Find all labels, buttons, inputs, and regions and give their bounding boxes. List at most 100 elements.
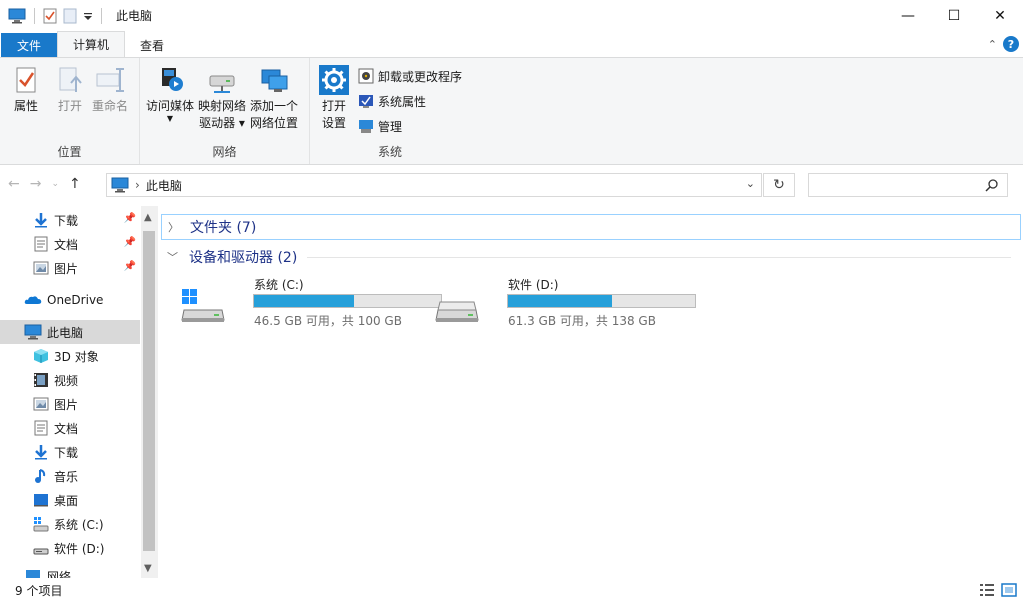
sidebar-item-label: 下载 <box>54 213 79 228</box>
sidebar-item-3d-objects[interactable]: 3D 对象 <box>0 344 140 368</box>
toolbar-separator <box>34 7 35 24</box>
3d-objects-icon <box>34 349 48 363</box>
refresh-icon: ↻ <box>773 177 785 193</box>
sidebar-item-onedrive[interactable]: OneDrive <box>0 288 140 312</box>
folders-section-header[interactable]: 〉 文件夹 (7) <box>161 214 1021 240</box>
this-pc-icon <box>111 177 129 193</box>
devices-section-header[interactable]: ﹀ 设备和驱动器 (2) <box>161 244 1021 270</box>
map-drive-label-line1: 映射网络 <box>198 99 247 113</box>
access-media-button[interactable]: 访问媒体 ▼ <box>146 64 194 123</box>
scrollbar-thumb[interactable] <box>143 231 155 551</box>
location-group-label: 位置 <box>57 145 82 159</box>
pin-icon[interactable]: 📌 <box>124 237 136 248</box>
customize-dropdown-icon[interactable] <box>83 10 93 22</box>
uninstall-program-button[interactable]: 卸载或更改程序 <box>358 65 462 87</box>
collapse-ribbon-icon[interactable]: ⌃ <box>988 38 997 51</box>
sidebar-scrollbar[interactable]: ▲ ▼ <box>141 206 158 578</box>
chevron-down-icon: ﹀ <box>167 251 178 264</box>
up-arrow-icon[interactable]: ↑ <box>69 176 81 192</box>
properties-check-icon[interactable] <box>43 8 57 24</box>
devices-header-label: 设备和驱动器 (2) <box>189 250 298 266</box>
maximize-button[interactable]: ☐ <box>931 0 977 31</box>
system-properties-button[interactable]: 系统属性 <box>358 90 426 112</box>
add-network-location-icon <box>261 69 288 92</box>
ribbon-tabs: 文件 计算机 查看 ⌃ ? <box>0 31 1023 57</box>
sidebar-item-downloads[interactable]: 下载 <box>0 440 140 464</box>
ribbon-panel: 属性 打开 重命名 位置 访问媒体 ▼ 映射网络 驱动器 ▾ 添加一个 网络位置… <box>0 57 1023 165</box>
address-bar[interactable]: › 此电脑 ⌄ <box>106 173 762 197</box>
windows-drive-icon <box>181 289 225 322</box>
desktop-icon <box>34 494 48 507</box>
search-box[interactable] <box>808 173 1008 197</box>
section-divider <box>307 256 1011 258</box>
recent-locations-icon[interactable]: ⌄ <box>51 179 59 189</box>
rename-button[interactable]: 重命名 <box>92 64 128 115</box>
details-view-icon[interactable] <box>979 583 995 597</box>
sidebar-item-this-pc[interactable]: 此电脑 <box>0 320 140 344</box>
sidebar-item-documents-quick[interactable]: 文档 📌 <box>0 232 140 256</box>
sidebar-item-videos[interactable]: 视频 <box>0 368 140 392</box>
quick-access-toolbar <box>8 7 93 24</box>
sidebar-item-label: 系统 (C:) <box>54 517 104 532</box>
open-settings-button[interactable]: 打开 设置 <box>318 64 350 132</box>
drive-d-icon <box>33 548 49 555</box>
properties-button[interactable]: 属性 <box>10 64 42 115</box>
uninstall-icon <box>358 68 374 84</box>
drive-tile-c[interactable]: 系统 (C:) 46.5 GB 可用，共 100 GB <box>180 276 442 328</box>
close-button[interactable]: ✕ <box>977 0 1023 31</box>
sidebar-item-network[interactable]: 网络 <box>0 568 140 578</box>
sidebar-item-pictures[interactable]: 图片 <box>0 392 140 416</box>
sidebar-item-label: 视频 <box>54 373 79 388</box>
breadcrumb-chevron-icon[interactable]: › <box>135 178 140 192</box>
drive-c-name: 系统 (C:) <box>254 278 304 292</box>
sidebar-item-drive-d[interactable]: 软件 (D:) <box>0 536 140 560</box>
item-count: 9 个项目 <box>15 584 63 598</box>
access-media-dropdown-icon: ▼ <box>166 114 174 123</box>
forward-arrow-icon[interactable]: → <box>30 176 42 192</box>
scroll-down-arrow-icon[interactable]: ▼ <box>144 563 152 574</box>
scroll-up-arrow-icon[interactable]: ▲ <box>144 212 152 223</box>
system-properties-icon <box>359 95 373 108</box>
ribbon-group-network: 访问媒体 ▼ 映射网络 驱动器 ▾ 添加一个 网络位置 网络 <box>140 58 310 164</box>
tab-file[interactable]: 文件 <box>1 33 58 57</box>
sidebar-item-label: 此电脑 <box>47 325 84 340</box>
access-media-label: 访问媒体 <box>146 99 195 113</box>
minimize-button[interactable]: — <box>885 0 931 31</box>
breadcrumb-this-pc[interactable]: 此电脑 <box>146 177 182 194</box>
window-title: 此电脑 <box>116 9 153 23</box>
sidebar-item-downloads-quick[interactable]: 下载 📌 <box>0 208 140 232</box>
tab-view[interactable]: 查看 <box>125 33 179 57</box>
sidebar-item-music[interactable]: 音乐 <box>0 464 140 488</box>
drive-tile-d[interactable]: 软件 (D:) 61.3 GB 可用，共 138 GB <box>434 276 696 328</box>
pin-icon[interactable]: 📌 <box>124 213 136 224</box>
help-icon[interactable]: ? <box>1003 36 1019 52</box>
this-pc-icon <box>24 324 42 340</box>
refresh-button[interactable]: ↻ <box>763 173 795 197</box>
rename-icon <box>96 68 124 92</box>
network-icon <box>26 570 40 578</box>
tab-computer[interactable]: 计算机 <box>57 31 126 57</box>
sidebar-item-pictures-quick[interactable]: 图片 📌 <box>0 256 140 280</box>
sidebar-item-desktop[interactable]: 桌面 <box>0 488 140 512</box>
computer-icon[interactable] <box>8 8 26 24</box>
chevron-right-icon: 〉 <box>168 221 179 234</box>
back-arrow-icon[interactable]: ← <box>8 176 20 192</box>
address-dropdown-icon[interactable]: ⌄ <box>746 177 755 190</box>
system-properties-label: 系统属性 <box>378 94 427 109</box>
large-icons-view-icon[interactable] <box>1001 583 1017 597</box>
new-folder-icon[interactable] <box>63 8 77 24</box>
pin-icon[interactable]: 📌 <box>124 261 136 272</box>
sidebar-item-label: OneDrive <box>47 293 104 307</box>
sidebar-item-documents[interactable]: 文档 <box>0 416 140 440</box>
map-network-drive-button[interactable]: 映射网络 驱动器 ▾ <box>198 64 246 132</box>
settings-gear-icon <box>319 65 349 95</box>
media-icon <box>162 68 183 91</box>
video-icon <box>34 373 48 387</box>
manage-button[interactable]: 管理 <box>358 115 402 137</box>
open-button[interactable]: 打开 <box>54 64 86 115</box>
search-input[interactable] <box>809 174 979 196</box>
sidebar-item-label: 下载 <box>54 445 79 460</box>
search-icon[interactable] <box>985 178 999 192</box>
sidebar-item-drive-c[interactable]: 系统 (C:) <box>0 512 140 536</box>
add-network-location-button[interactable]: 添加一个 网络位置 <box>250 64 298 132</box>
